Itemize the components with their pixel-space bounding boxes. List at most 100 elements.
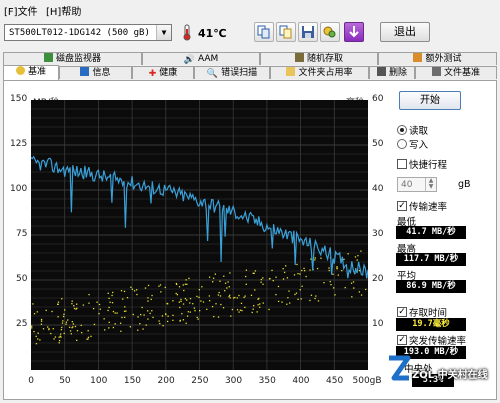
access-time-point bbox=[47, 326, 49, 328]
access-time-point bbox=[31, 327, 33, 329]
access-time-point bbox=[294, 293, 296, 296]
access-time-point bbox=[147, 284, 150, 287]
menu-file[interactable]: [F]文件 bbox=[4, 3, 38, 18]
access-time-point bbox=[185, 279, 187, 281]
access-time-point bbox=[239, 309, 242, 311]
access-time-point bbox=[108, 306, 110, 309]
access-time-point bbox=[220, 303, 222, 306]
access-time-point bbox=[130, 286, 132, 288]
extra-tests-icon bbox=[413, 53, 423, 62]
access-time-point bbox=[108, 321, 110, 324]
access-time-point bbox=[166, 320, 169, 323]
access-time-point bbox=[275, 293, 277, 296]
tab-extra-tests[interactable]: 额外测试 bbox=[378, 52, 497, 65]
access-time-point bbox=[132, 313, 134, 316]
y-right-tick-label: 20 bbox=[372, 274, 384, 284]
transfer-rate-checkbox[interactable]: ✓ bbox=[397, 201, 407, 211]
menu-help[interactable]: [H]帮助 bbox=[46, 3, 81, 18]
download-button[interactable] bbox=[344, 22, 364, 42]
tab-disk-monitor[interactable]: 磁盘监视器 bbox=[3, 52, 142, 65]
access-time-point bbox=[60, 328, 63, 331]
access-time-point bbox=[299, 289, 301, 291]
start-button[interactable]: 开始 bbox=[399, 91, 461, 110]
access-time-point bbox=[67, 319, 69, 321]
access-time-point bbox=[356, 259, 358, 261]
chevron-down-icon[interactable]: ▼ bbox=[156, 25, 171, 40]
burst-rate-label: 突发传输速率 bbox=[409, 336, 467, 347]
access-time-point bbox=[218, 291, 220, 294]
x-tick-label: 250 bbox=[191, 376, 209, 386]
tab-erase[interactable]: 删除 bbox=[369, 66, 415, 79]
tab-random-access[interactable]: 随机存取 bbox=[260, 52, 378, 65]
access-time-point bbox=[275, 276, 277, 278]
copy-info-button[interactable] bbox=[254, 22, 274, 42]
access-time-point bbox=[234, 296, 236, 299]
access-time-point bbox=[186, 299, 188, 301]
zol-logo bbox=[386, 354, 412, 384]
tab-health[interactable]: ✚ 健康 bbox=[132, 66, 194, 79]
access-time-point bbox=[343, 258, 345, 261]
tab-info[interactable]: 信息 bbox=[59, 66, 132, 79]
tab-folder-usage[interactable]: 文件夹占用率 bbox=[270, 66, 369, 79]
tab-error-scan[interactable]: 🔍 错误扫描 bbox=[194, 66, 270, 79]
access-time-point bbox=[227, 281, 229, 283]
access-time-point bbox=[243, 296, 245, 299]
access-time-point bbox=[231, 308, 234, 311]
access-time-point bbox=[288, 290, 290, 292]
access-time-checkbox[interactable]: ✓ bbox=[397, 307, 407, 317]
access-time-point bbox=[178, 286, 181, 288]
access-time-point bbox=[126, 296, 129, 299]
access-time-point bbox=[281, 301, 283, 303]
write-radio[interactable] bbox=[397, 139, 407, 149]
access-time-point bbox=[329, 280, 331, 283]
short-stroke-checkbox[interactable] bbox=[397, 159, 407, 169]
health-cross-icon: ✚ bbox=[148, 69, 157, 79]
x-tick-label: 150 bbox=[123, 376, 142, 386]
chart-svg bbox=[30, 100, 369, 370]
access-time-point bbox=[262, 302, 264, 304]
save-button[interactable] bbox=[298, 22, 318, 42]
read-radio[interactable] bbox=[397, 125, 407, 135]
access-time-point bbox=[120, 330, 122, 332]
access-time-point bbox=[50, 332, 52, 335]
exit-button[interactable]: 退出 bbox=[380, 22, 430, 42]
access-time-point bbox=[112, 326, 115, 329]
access-time-point bbox=[184, 283, 187, 285]
access-time-point bbox=[219, 295, 222, 297]
access-time-point bbox=[57, 303, 59, 305]
tab-info-label: 信息 bbox=[92, 68, 111, 78]
copy-screenshot-button[interactable] bbox=[276, 22, 296, 42]
min-value: 41.7 MB/秒 bbox=[396, 226, 466, 239]
tab-file-benchmark[interactable]: 文件基准 bbox=[415, 66, 497, 79]
access-time-label: 存取时间 bbox=[409, 308, 448, 319]
access-time-point bbox=[161, 315, 164, 317]
access-time-point bbox=[222, 307, 225, 309]
access-time-point bbox=[147, 318, 149, 320]
access-time-point bbox=[260, 278, 262, 281]
access-time-point bbox=[236, 297, 238, 299]
access-time-point bbox=[315, 295, 317, 297]
access-time-point bbox=[314, 257, 316, 259]
access-time-point bbox=[185, 322, 187, 324]
access-time-point bbox=[217, 294, 220, 296]
spinner-arrows-icon[interactable]: ▲ ▼ bbox=[425, 178, 436, 191]
access-time-point bbox=[296, 263, 298, 266]
tab-benchmark[interactable]: 基准 bbox=[3, 65, 59, 80]
access-time-point bbox=[360, 250, 362, 252]
access-time-point bbox=[297, 272, 299, 275]
burst-rate-checkbox[interactable]: ✓ bbox=[397, 335, 407, 345]
access-time-point bbox=[124, 306, 126, 308]
menu-bar: [F]文件 [H]帮助 bbox=[0, 0, 500, 18]
short-stroke-input[interactable]: 40 ▲ ▼ bbox=[397, 177, 437, 192]
options-button[interactable] bbox=[320, 22, 340, 42]
access-time-point bbox=[213, 315, 215, 318]
tab-aam[interactable]: 🔊 AAM bbox=[142, 52, 260, 65]
access-time-point bbox=[124, 316, 126, 319]
access-time-point bbox=[187, 311, 189, 313]
access-time-point bbox=[295, 292, 298, 294]
access-time-point bbox=[116, 312, 118, 314]
access-time-point bbox=[52, 328, 54, 330]
access-time-point bbox=[240, 302, 243, 305]
access-time-point bbox=[181, 312, 183, 315]
drive-select[interactable]: ST500LT012-1DG142 (500 gB) ▼ bbox=[4, 24, 172, 41]
